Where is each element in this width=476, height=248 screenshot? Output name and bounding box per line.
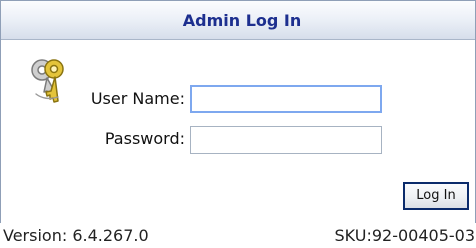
keys-icon — [31, 59, 64, 103]
dialog-title: Admin Log In — [182, 10, 302, 30]
version-text: Version: 6.4.267.0 — [3, 226, 149, 245]
sku-text: SKU:92-00405-03 — [334, 226, 475, 245]
password-label: Password: — [104, 129, 185, 148]
admin-login-dialog: Admin Log In User Name: Password: Log In — [0, 0, 476, 224]
user-name-input[interactable] — [190, 85, 382, 113]
user-name-label: User Name: — [90, 89, 185, 108]
dialog-title-bar: Admin Log In — [1, 1, 475, 40]
footer: Version: 6.4.267.0 SKU:92-00405-03 — [0, 223, 476, 248]
log-in-button[interactable]: Log In — [403, 182, 469, 210]
password-input[interactable] — [190, 126, 382, 154]
